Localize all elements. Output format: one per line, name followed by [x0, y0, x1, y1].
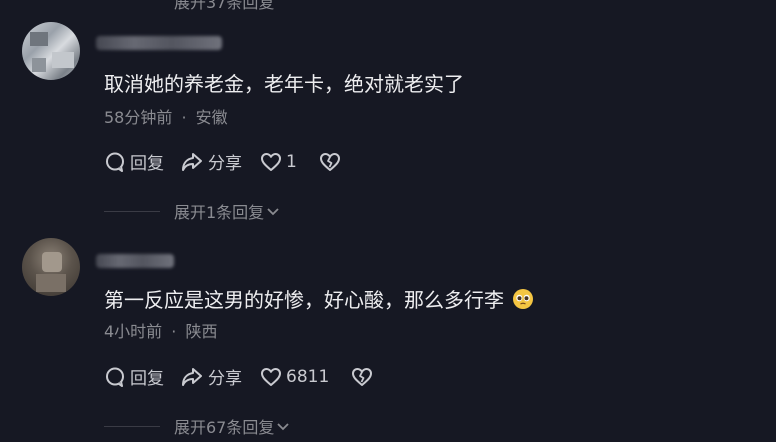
- heart-icon: [260, 367, 282, 387]
- like-count: 6811: [286, 366, 330, 387]
- comment-meta: 4小时前 · 陕西: [104, 318, 217, 342]
- like-button[interactable]: 6811: [260, 367, 329, 387]
- chevron-down-icon: [276, 417, 290, 436]
- comment-text-content: 第一反应是这男的好惨，好心酸，那么多行李: [104, 288, 504, 312]
- comment-meta: 58分钟前 · 安徽: [104, 104, 228, 128]
- share-label: 分享: [208, 369, 242, 389]
- share-button[interactable]: 分享: [180, 149, 242, 174]
- username-blurred[interactable]: [96, 36, 222, 50]
- comment-location: 陕西: [185, 322, 218, 341]
- expand-replies-previous[interactable]: 展开37条回复: [174, 0, 274, 13]
- share-arrow-icon: [180, 151, 204, 173]
- username-blurred[interactable]: [96, 254, 174, 268]
- heart-icon: [260, 152, 282, 172]
- comment-location: 安徽: [195, 108, 228, 127]
- reply-button[interactable]: 回复: [104, 149, 164, 174]
- comment-actions: 回复 分享 1: [104, 149, 341, 174]
- comment-actions: 回复 分享 6811: [104, 364, 373, 389]
- avatar[interactable]: [22, 238, 80, 296]
- expand-label: 展开1条回复: [174, 203, 265, 222]
- comment-bubble-icon: [104, 151, 126, 173]
- reply-label: 回复: [130, 369, 164, 389]
- comment-text: 取消她的养老金，老年卡，绝对就老实了: [104, 68, 464, 97]
- expand-replies-button[interactable]: 展开67条回复: [104, 414, 290, 438]
- dislike-button[interactable]: [351, 367, 373, 387]
- expand-label: 展开67条回复: [174, 418, 275, 437]
- chevron-down-icon: [266, 202, 280, 221]
- expand-replies-button[interactable]: 展开1条回复: [104, 199, 280, 223]
- share-arrow-icon: [180, 366, 204, 388]
- avatar[interactable]: [22, 22, 80, 80]
- comment-text-content: 取消她的养老金，老年卡，绝对就老实了: [104, 72, 464, 96]
- broken-heart-icon: [319, 152, 341, 172]
- meta-separator: ·: [181, 108, 187, 127]
- like-button[interactable]: 1: [260, 152, 297, 172]
- reply-button[interactable]: 回复: [104, 364, 164, 389]
- divider-line: [104, 210, 160, 212]
- divider-line: [104, 425, 160, 427]
- comment-time: 58分钟前: [104, 108, 173, 127]
- pleading-face-emoji: [512, 288, 534, 310]
- comment-time: 4小时前: [104, 322, 163, 341]
- reply-label: 回复: [130, 154, 164, 174]
- like-count: 1: [286, 151, 297, 172]
- share-label: 分享: [208, 154, 242, 174]
- comment-text: 第一反应是这男的好惨，好心酸，那么多行李: [104, 284, 534, 313]
- share-button[interactable]: 分享: [180, 364, 242, 389]
- meta-separator: ·: [171, 322, 177, 341]
- broken-heart-icon: [351, 367, 373, 387]
- dislike-button[interactable]: [319, 152, 341, 172]
- comment-bubble-icon: [104, 366, 126, 388]
